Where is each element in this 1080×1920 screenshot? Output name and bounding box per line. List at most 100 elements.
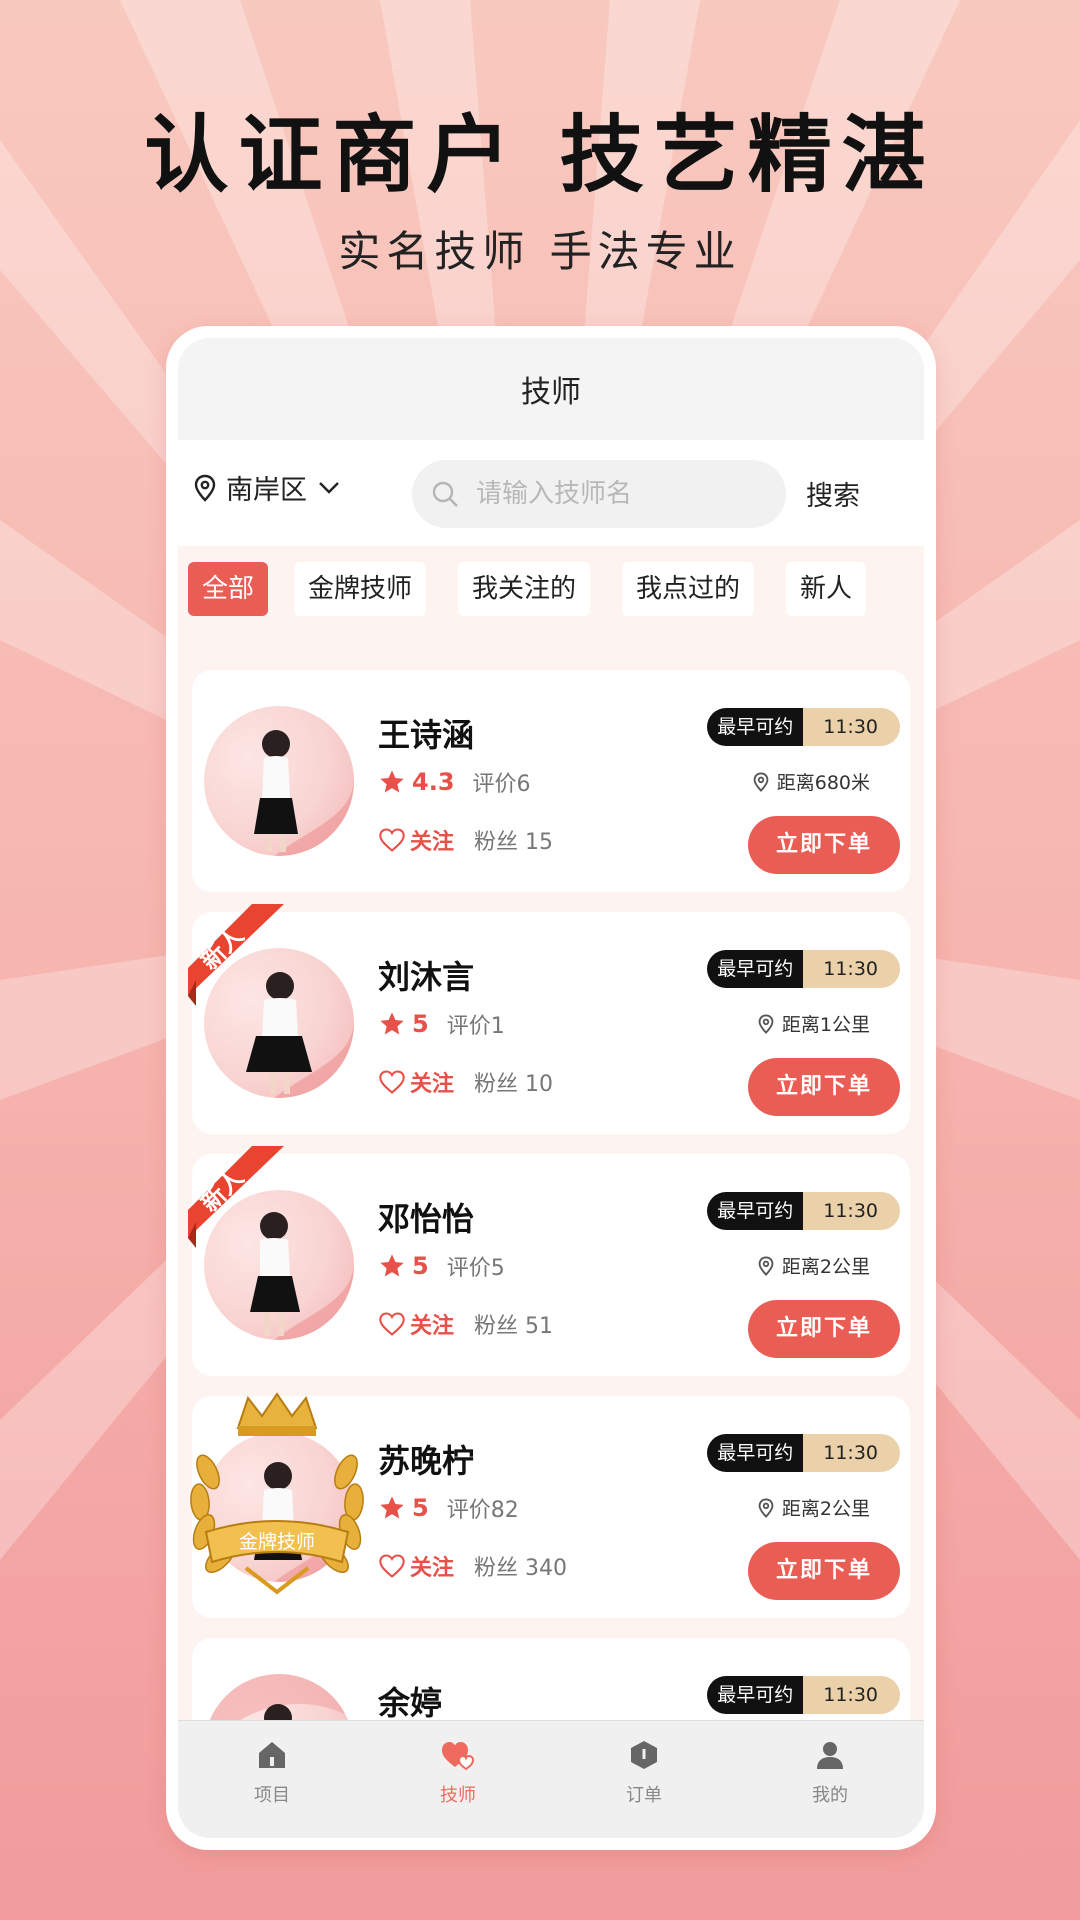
heart-icon <box>442 1742 475 1771</box>
chevron-down-icon <box>319 481 339 494</box>
fans-count: 粉丝 340 <box>474 1556 568 1581</box>
order-icon <box>631 1741 657 1769</box>
earliest-slot: 最早可约 11:30 <box>707 708 900 746</box>
hero-headline: 认证商户 技艺精湛 <box>144 106 936 204</box>
search-button[interactable]: 搜索 <box>806 474 860 513</box>
tab-label: 我的 <box>812 1785 848 1806</box>
location-pin-icon <box>194 474 216 502</box>
slot-time: 11:30 <box>803 1192 900 1230</box>
follow-label: 关注 <box>410 1072 455 1097</box>
fans-count: 粉丝 10 <box>474 1072 554 1097</box>
heart-outline-icon <box>379 828 405 852</box>
filter-tabs: 全部 金牌技师 我关注的 我点过的 新人 <box>178 546 924 666</box>
review-count: 评价1 <box>446 1014 505 1039</box>
follow-button[interactable]: 关注 粉丝 15 <box>378 824 553 856</box>
filter-chip-new[interactable]: 新人 <box>786 562 867 616</box>
page-title: 技师 <box>521 375 581 410</box>
follow-label: 关注 <box>410 1314 455 1339</box>
nav-bar: 技师 <box>178 338 924 440</box>
fans-count: 粉丝 51 <box>474 1314 554 1339</box>
location-pin-icon <box>758 1255 774 1276</box>
distance-label: 距离680米 <box>776 772 870 794</box>
earliest-slot: 最早可约 11:30 <box>707 1192 900 1230</box>
technician-card[interactable]: 新人 邓怡怡 5 评价5 关注 粉丝 51 最早可约 11:30 距离2公里 立… <box>188 1146 910 1376</box>
search-input[interactable] <box>474 478 758 510</box>
new-badge-icon: 新人 <box>188 1146 284 1248</box>
search-icon <box>432 481 458 507</box>
rating: 5 评价5 <box>378 1250 505 1282</box>
review-count: 评价5 <box>446 1256 505 1281</box>
gold-medal-badge-icon: 金牌技师 <box>190 1392 364 1595</box>
distance: 距离1公里 <box>758 1010 870 1037</box>
distance-label: 距离1公里 <box>781 1014 870 1036</box>
heart-outline-icon <box>379 1070 405 1094</box>
slot-time: 11:30 <box>803 708 900 746</box>
order-now-button[interactable]: 立即下单 <box>748 1300 900 1358</box>
order-now-button[interactable]: 立即下单 <box>748 1542 900 1600</box>
rating: 5 评价1 <box>378 1008 505 1040</box>
star-icon <box>380 1012 404 1035</box>
rating-score: 5 <box>412 1010 429 1038</box>
slot-time: 11:30 <box>803 1434 900 1472</box>
tab-orders[interactable]: 订单 <box>584 1739 704 1807</box>
tab-technicians[interactable]: 技师 <box>398 1739 518 1807</box>
avatar <box>204 706 354 856</box>
technician-name: 王诗涵 <box>378 716 475 754</box>
location-selector[interactable]: 南岸区 <box>194 468 341 507</box>
distance: 距离2公里 <box>758 1252 870 1279</box>
order-now-button[interactable]: 立即下单 <box>748 1058 900 1116</box>
technician-name: 刘沐言 <box>378 958 475 996</box>
star-icon <box>380 770 404 793</box>
location-pin-icon <box>758 1013 774 1034</box>
heart-outline-icon <box>379 1554 405 1578</box>
review-count: 评价82 <box>446 1498 519 1523</box>
technician-card[interactable]: 新人 刘沐言 5 评价1 关注 粉丝 10 最早可约 11:30 距离1公里 立… <box>188 904 910 1134</box>
gold-badge-label: 金牌技师 <box>239 1531 315 1553</box>
slot-label: 最早可约 <box>707 1434 804 1472</box>
technician-card[interactable]: 金牌技师 苏晚柠 5 评价82 关注 粉丝 340 最早可约 11:30 距离2… <box>190 1392 910 1618</box>
fans-count: 粉丝 15 <box>474 830 554 855</box>
technician-card[interactable]: 王诗涵 4.3 评价6 关注 粉丝 15 最早可约 11:30 距离680米 立… <box>192 670 910 892</box>
filter-chip-ordered[interactable]: 我点过的 <box>622 562 755 616</box>
slot-label: 最早可约 <box>707 950 804 988</box>
search-box <box>412 460 786 528</box>
bottom-tab-bar: 项目 技师 订单 我的 <box>178 1720 924 1838</box>
filter-chip-gold[interactable]: 金牌技师 <box>294 562 427 616</box>
slot-time: 11:30 <box>803 950 900 988</box>
earliest-slot: 最早可约 11:30 <box>707 1434 900 1472</box>
new-badge-icon: 新人 <box>188 904 284 1006</box>
earliest-slot: 最早可约 11:30 <box>707 950 900 988</box>
technician-name: 苏晚柠 <box>378 1442 475 1480</box>
rating-score: 5 <box>412 1494 429 1522</box>
slot-time: 11:30 <box>803 1676 900 1714</box>
search-bar: 南岸区 搜索 <box>178 440 924 546</box>
location-label: 南岸区 <box>226 475 307 506</box>
star-icon <box>380 1254 404 1277</box>
order-now-button[interactable]: 立即下单 <box>748 816 900 874</box>
location-pin-icon <box>753 771 769 792</box>
hero-subline: 实名技师 手法专业 <box>338 227 742 276</box>
review-count: 评价6 <box>472 772 531 797</box>
rating-score: 4.3 <box>412 768 455 796</box>
rating: 5 评价82 <box>378 1492 519 1524</box>
slot-label: 最早可约 <box>707 1192 804 1230</box>
technician-name: 邓怡怡 <box>378 1200 475 1238</box>
distance: 距离2公里 <box>758 1494 870 1521</box>
follow-button[interactable]: 关注 粉丝 10 <box>378 1066 553 1098</box>
slot-label: 最早可约 <box>707 1676 804 1714</box>
follow-label: 关注 <box>410 1556 455 1581</box>
tab-label: 技师 <box>440 1785 476 1806</box>
tab-label: 订单 <box>626 1785 662 1806</box>
follow-button[interactable]: 关注 粉丝 51 <box>378 1308 553 1340</box>
follow-button[interactable]: 关注 粉丝 340 <box>378 1550 567 1582</box>
app-screen: 技师 南岸区 搜索 全部 <box>178 338 924 1838</box>
filter-chip-all[interactable]: 全部 <box>188 562 269 616</box>
heart-outline-icon <box>379 1312 405 1336</box>
tab-mine[interactable]: 我的 <box>770 1739 890 1807</box>
rating: 4.3 评价6 <box>378 766 531 798</box>
tab-projects[interactable]: 项目 <box>212 1739 332 1807</box>
rating-score: 5 <box>412 1252 429 1280</box>
star-icon <box>380 1496 404 1519</box>
filter-chip-followed[interactable]: 我关注的 <box>458 562 591 616</box>
slot-label: 最早可约 <box>707 708 804 746</box>
